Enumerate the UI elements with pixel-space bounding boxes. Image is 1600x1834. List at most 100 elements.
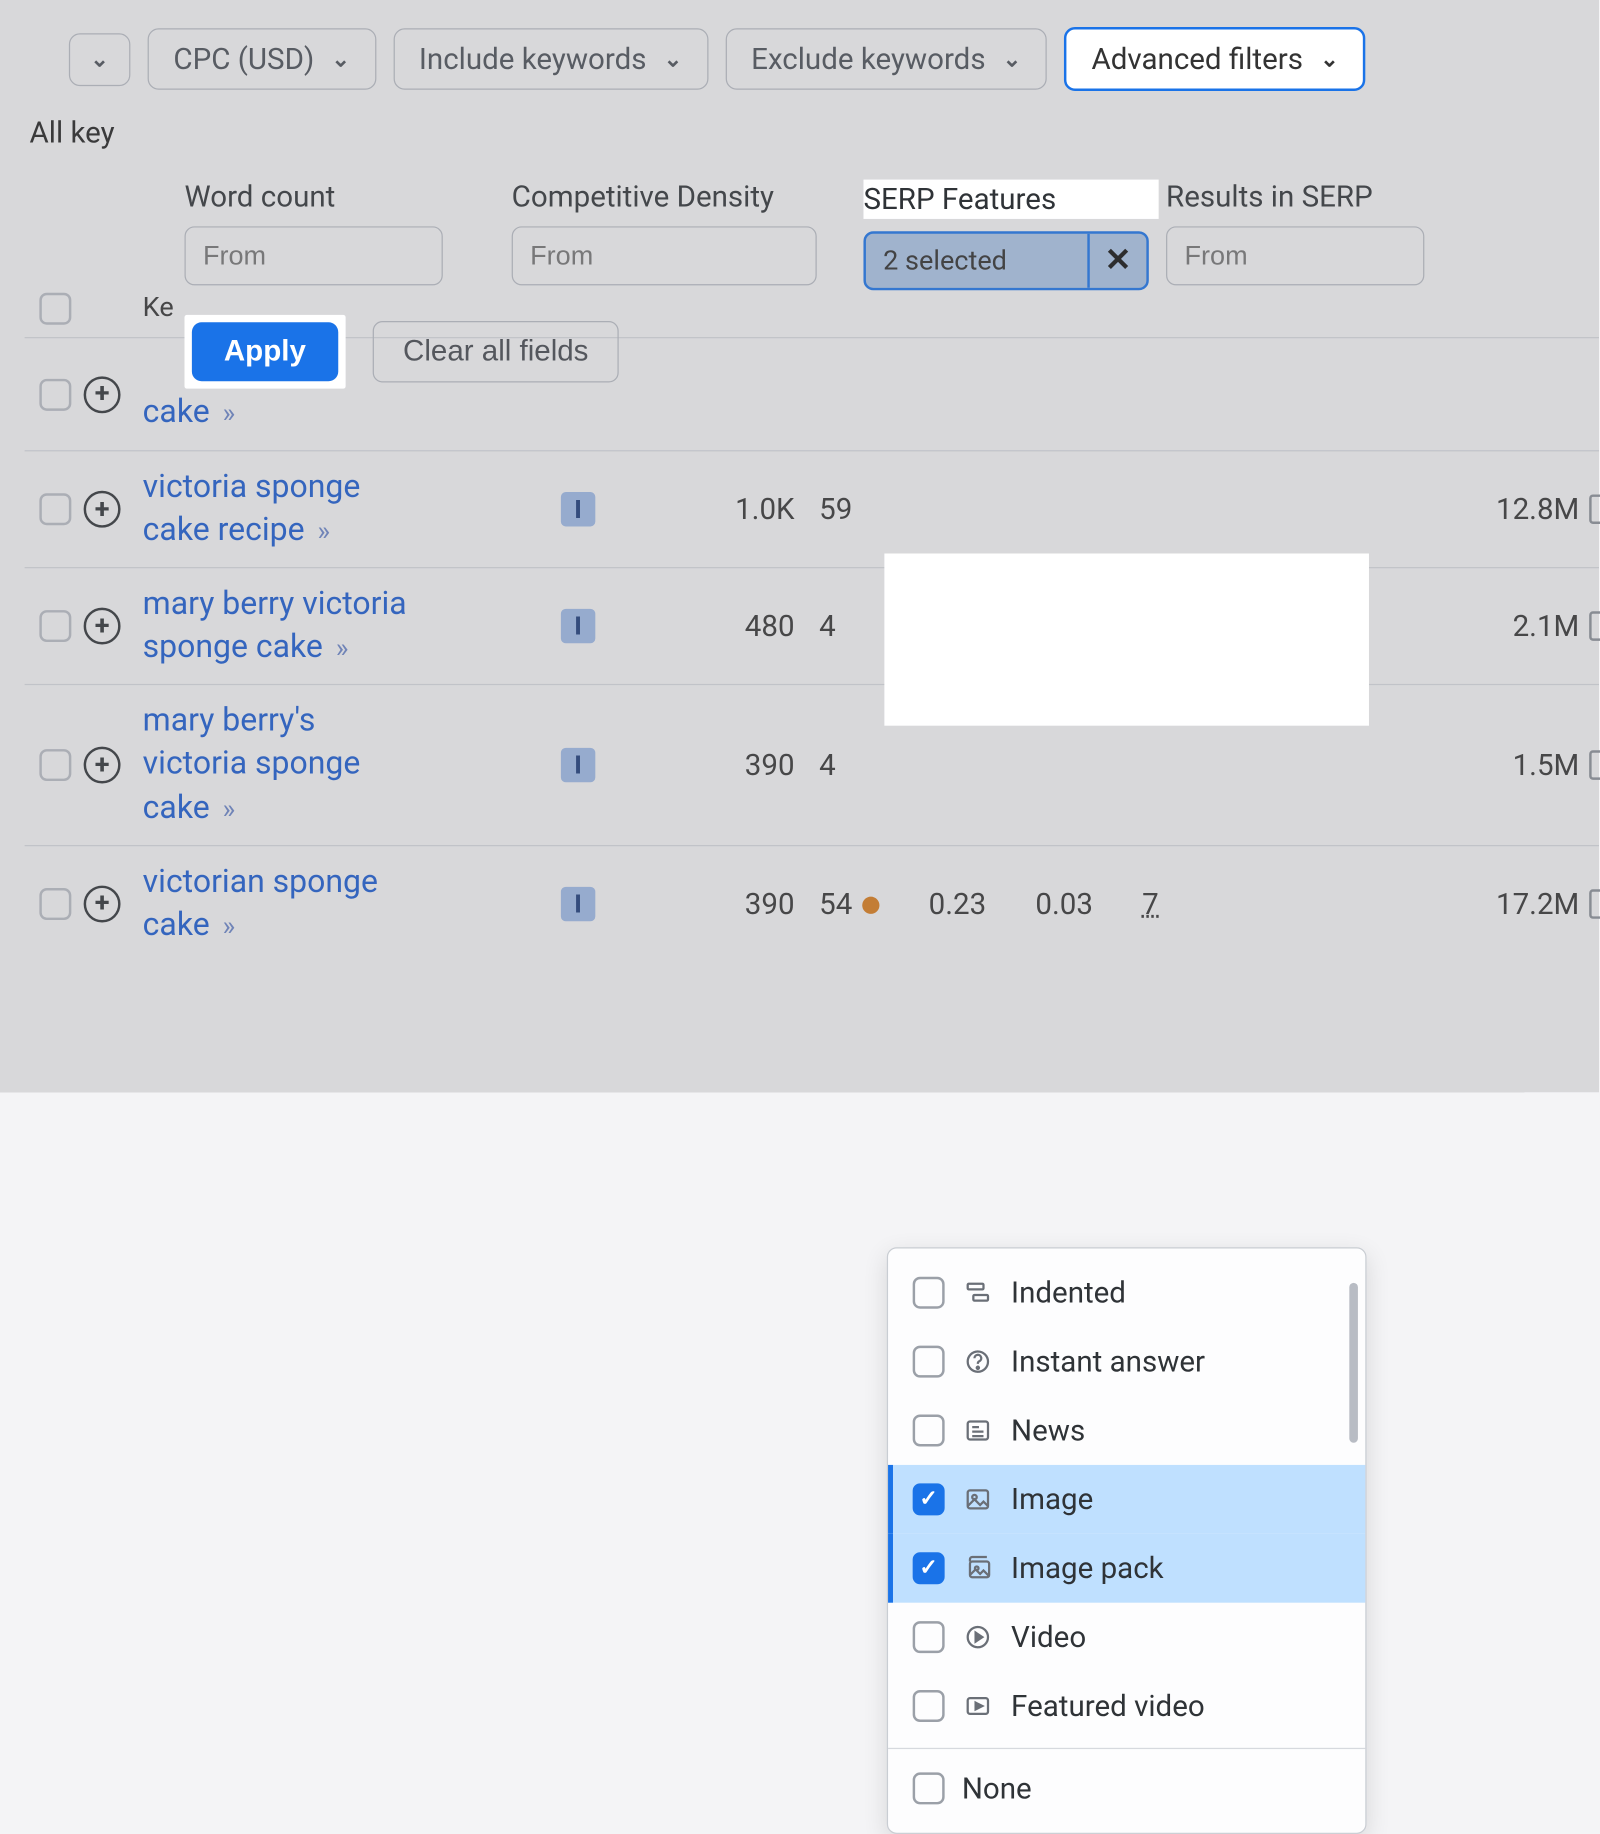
advanced-label: Advanced filters — [1091, 42, 1303, 76]
indent-icon — [962, 1277, 994, 1309]
keyword-link[interactable]: victoria sponge — [143, 746, 361, 783]
checkbox[interactable] — [913, 1345, 945, 1377]
row-checkbox[interactable] — [39, 378, 71, 410]
serp-option-instant-answer[interactable]: Instant answer — [888, 1327, 1365, 1396]
volume-value: 390 — [659, 748, 819, 782]
word-count-from[interactable] — [186, 228, 443, 285]
kd-value: 54 — [819, 887, 852, 921]
expand-icon[interactable]: + — [84, 608, 121, 645]
table-row: + victorian sponge cake » I 390 54 0.23 … — [25, 845, 1599, 962]
serp-option-video[interactable]: Video — [888, 1602, 1365, 1671]
option-label: News — [1011, 1413, 1085, 1447]
results-serp-range — [1166, 226, 1424, 285]
chevron-right-icon: » — [223, 794, 236, 825]
serp-selected-text: 2 selected — [866, 234, 1087, 288]
serp-option-image[interactable]: ✓ Image — [888, 1465, 1365, 1534]
keyword-link[interactable]: mary berry victoria — [143, 586, 407, 623]
featured-video-icon — [962, 1690, 994, 1722]
clear-all-button[interactable]: Clear all fields — [372, 321, 619, 383]
intent-badge: I — [561, 887, 595, 921]
serp-features-label: SERP Features — [863, 180, 1158, 219]
metric-v3[interactable]: 7 — [1142, 887, 1159, 921]
advanced-filters-panel: Word count Competitive Density SERP Feat… — [148, 172, 1575, 418]
results-serp-from[interactable] — [1167, 228, 1424, 285]
chevron-right-icon: » — [336, 634, 349, 665]
checkbox[interactable] — [913, 1772, 945, 1804]
checkbox-checked[interactable]: ✓ — [913, 1552, 945, 1584]
serp-icon[interactable] — [1589, 889, 1600, 919]
word-count-label: Word count — [185, 180, 505, 214]
checkbox[interactable] — [913, 1690, 945, 1722]
serp-icon[interactable] — [1589, 495, 1600, 525]
volume-value: 480 — [659, 609, 819, 643]
intent-badge: I — [561, 748, 595, 782]
results-value: 17.2M — [1496, 887, 1579, 921]
select-all-checkbox[interactable] — [39, 293, 71, 325]
keyword-link[interactable]: cake — [143, 789, 210, 826]
question-icon — [962, 1345, 994, 1377]
keyword-link[interactable]: victoria sponge — [143, 469, 361, 506]
checkbox[interactable] — [913, 1414, 945, 1446]
keyword-link[interactable]: victorian sponge — [143, 863, 378, 900]
keyword-link[interactable]: sponge cake — [143, 629, 323, 666]
serp-features-dropdown: Indented Instant answer News ✓ Image ✓ — [887, 1247, 1367, 1834]
include-label: Include keywords — [419, 42, 647, 76]
option-label: Instant answer — [1011, 1344, 1205, 1378]
play-icon — [962, 1621, 994, 1653]
option-label: Featured video — [1011, 1689, 1205, 1723]
option-label: None — [962, 1771, 1032, 1805]
cpc-label: CPC (USD) — [173, 42, 314, 76]
row-checkbox[interactable] — [39, 493, 71, 525]
image-pack-icon — [962, 1552, 994, 1584]
keyword-link[interactable]: cake — [143, 906, 210, 943]
row-checkbox[interactable] — [39, 749, 71, 781]
volume-value: 390 — [659, 887, 819, 921]
word-count-range — [185, 226, 443, 285]
apply-button[interactable]: Apply — [192, 322, 338, 381]
results-serp-label: Results in SERP — [1166, 180, 1444, 214]
prev-filter-button[interactable]: ⌄ — [69, 33, 131, 86]
chevron-down-icon: ⌄ — [1320, 46, 1339, 72]
chevron-down-icon: ⌄ — [664, 46, 683, 72]
serp-option-image-pack[interactable]: ✓ Image pack — [888, 1534, 1365, 1603]
keyword-link[interactable]: mary berry's — [143, 703, 316, 740]
exclude-keywords-button[interactable]: Exclude keywords ⌄ — [725, 28, 1047, 90]
serp-icon[interactable] — [1589, 612, 1600, 642]
checkbox-checked[interactable]: ✓ — [913, 1483, 945, 1515]
option-label: Indented — [1011, 1275, 1126, 1309]
comp-density-range — [512, 226, 817, 285]
serp-option-news[interactable]: News — [888, 1396, 1365, 1465]
clear-serp-icon[interactable]: ✕ — [1087, 234, 1146, 288]
table-row: + victoria sponge cake recipe » I 1.0K 5… — [25, 450, 1599, 567]
expand-icon[interactable]: + — [84, 376, 121, 413]
image-icon — [962, 1483, 994, 1515]
comp-density-label: Competitive Density — [512, 180, 856, 214]
checkbox[interactable] — [913, 1621, 945, 1653]
comp-density-from[interactable] — [513, 228, 817, 285]
row-checkbox[interactable] — [39, 610, 71, 642]
expand-icon[interactable]: + — [84, 747, 121, 784]
serp-option-featured-video[interactable]: Featured video — [888, 1671, 1365, 1740]
results-value: 1.5M — [1513, 748, 1580, 782]
expand-icon[interactable]: + — [84, 491, 121, 528]
cpc-filter-button[interactable]: CPC (USD) ⌄ — [148, 28, 376, 90]
intent-badge: I — [561, 492, 595, 526]
frag-value: 4 — [819, 748, 1471, 782]
expand-icon[interactable]: + — [84, 885, 121, 922]
option-label: Image pack — [1011, 1551, 1164, 1585]
keyword-link[interactable]: cake recipe — [143, 512, 305, 549]
chevron-right-icon: » — [317, 517, 330, 548]
row-checkbox[interactable] — [39, 888, 71, 920]
serp-option-indented[interactable]: Indented — [888, 1258, 1365, 1327]
serp-icon[interactable] — [1589, 750, 1600, 780]
chevron-down-icon: ⌄ — [331, 46, 350, 72]
include-keywords-button[interactable]: Include keywords ⌄ — [393, 28, 708, 90]
serp-option-none[interactable]: None — [888, 1748, 1365, 1823]
chevron-down-icon: ⌄ — [1003, 46, 1022, 72]
serp-features-select[interactable]: 2 selected ✕ — [863, 231, 1148, 290]
scrollbar[interactable] — [1349, 1283, 1358, 1443]
advanced-filters-button[interactable]: Advanced filters ⌄ — [1064, 27, 1365, 91]
metric-v1: 0.23 — [929, 887, 987, 921]
intent-badge: I — [561, 609, 595, 643]
checkbox[interactable] — [913, 1277, 945, 1309]
